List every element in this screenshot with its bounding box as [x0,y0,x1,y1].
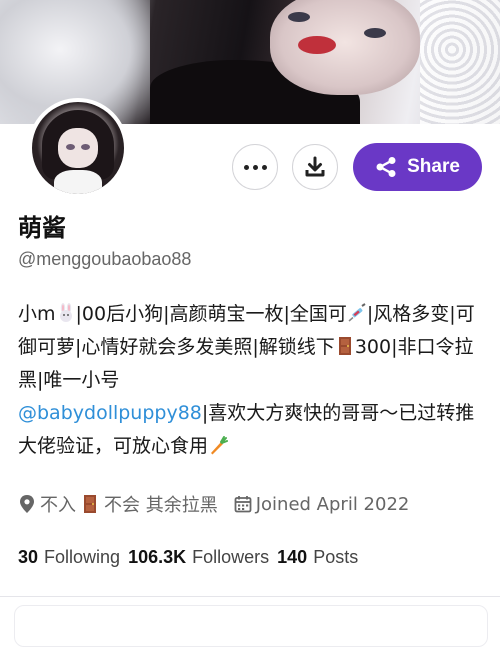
bio: 小m |00后小狗|高颜萌宝一枚|全国可 |风格多变|可御可萝|心情好就会多发美照|… [18,298,486,463]
door-emoji-icon [84,495,96,513]
joined-text: Joined April 2022 [255,493,410,515]
joined-date: Joined April 2022 [234,493,410,515]
more-button[interactable] [232,144,278,190]
rabbit-emoji-icon [59,303,72,322]
avatar[interactable] [28,98,128,198]
bio-mention-link[interactable]: @babydollpuppy88 [18,402,202,424]
bio-text: 小m [18,303,56,325]
door-emoji-icon [338,337,351,355]
feed-card[interactable] [14,605,488,647]
followers-count: 106.3K [128,547,187,567]
bio-text: |00后小狗|高颜萌宝一枚|全国可 [75,303,347,325]
following-stat[interactable]: 30 Following [18,547,120,568]
more-icon [243,164,267,170]
display-name: 萌酱 [18,214,66,242]
avatar-eye [81,144,90,150]
calendar-icon [234,496,252,513]
posts-count: 140 [277,547,308,567]
location-text: 不入 [40,495,76,516]
avatar-collar [54,170,102,194]
location: 不入 不会 其余拉黑 [18,491,218,517]
handle: @menggoubaobao88 [18,249,192,269]
location-text: 不会 其余拉黑 [104,495,218,516]
following-count: 30 [18,547,39,567]
followers-label: Followers [192,547,270,567]
share-label: Share [407,156,460,177]
avatar-eye [66,144,75,150]
posts-stat[interactable]: 140 Posts [277,547,358,568]
syringe-emoji-icon [348,303,366,322]
banner-eye [364,28,386,38]
share-icon [376,157,396,177]
posts-label: Posts [313,547,359,567]
profile-meta: 不入 不会 其余拉黑 Joined April 2022 [18,489,409,519]
location-pin-icon [20,495,34,513]
avatar-face [58,128,98,168]
download-icon [305,156,325,177]
profile-stats: 30 Following 106.3K Followers 140 Posts [18,547,358,568]
carrot-emoji-icon [211,436,229,455]
download-button[interactable] [292,144,338,190]
feed-section [0,596,500,647]
following-label: Following [44,547,121,567]
banner-eye [288,12,310,22]
banner-lips [298,36,336,54]
followers-stat[interactable]: 106.3K Followers [128,547,269,568]
banner-lace [420,0,500,124]
share-button[interactable]: Share [353,143,482,191]
